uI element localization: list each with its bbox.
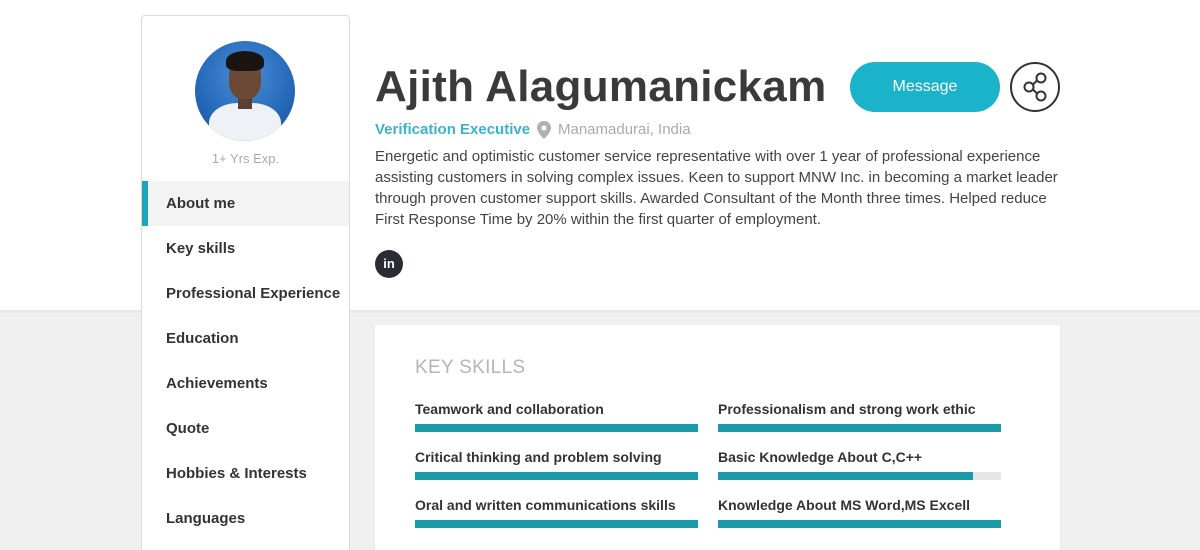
skill-item: Basic Knowledge About C,C++ [718, 448, 1001, 480]
sidebar-item-achievements[interactable]: Achievements [142, 361, 349, 406]
experience-label: 1+ Yrs Exp. [211, 151, 280, 166]
profile-sidebar: 1+ Yrs Exp. About me Key skills Professi… [141, 15, 350, 550]
profile-role: Verification Executive [375, 121, 531, 138]
skill-label: Basic Knowledge About C,C++ [718, 449, 923, 465]
sidebar-item-about-me[interactable]: About me [142, 181, 349, 226]
sidebar-item-professional-experience[interactable]: Professional Experience [142, 271, 349, 316]
skill-bar [415, 424, 698, 432]
skill-item: Professionalism and strong work ethic [718, 400, 1001, 432]
skill-label: Teamwork and collaboration [415, 401, 604, 417]
message-button[interactable]: Message [850, 62, 1000, 112]
skill-label: Professionalism and strong work ethic [718, 401, 976, 417]
key-skills-title: KEY SKILLS [415, 357, 526, 378]
location-pin-icon [537, 121, 551, 139]
skill-label: Oral and written communications skills [415, 497, 676, 513]
sidebar-item-quote[interactable]: Quote [142, 406, 349, 451]
skill-bar [718, 424, 1001, 432]
sidebar-item-education[interactable]: Education [142, 316, 349, 361]
sidebar-nav: About me Key skills Professional Experie… [142, 181, 349, 541]
share-button[interactable] [1010, 62, 1060, 112]
skill-bar [718, 472, 1001, 480]
skill-label: Knowledge About MS Word,MS Excell [718, 497, 971, 513]
profile-name: Ajith Alagumanickam [375, 62, 827, 111]
linkedin-icon[interactable]: in [375, 250, 403, 278]
skill-item: Knowledge About MS Word,MS Excell [718, 496, 1001, 528]
sidebar-item-key-skills[interactable]: Key skills [142, 226, 349, 271]
skill-bar [718, 520, 1001, 528]
skill-item: Critical thinking and problem solving [415, 448, 698, 480]
skill-label: Critical thinking and problem solving [415, 449, 662, 465]
skill-bar [415, 520, 698, 528]
share-icon [1023, 72, 1047, 102]
skill-item: Oral and written communications skills [415, 496, 698, 528]
key-skills-card: KEY SKILLS Teamwork and collaboration Pr… [375, 325, 1060, 550]
skill-item: Teamwork and collaboration [415, 400, 698, 432]
sidebar-item-languages[interactable]: Languages [142, 496, 349, 541]
skill-bar [415, 472, 698, 480]
avatar [195, 41, 295, 141]
sidebar-item-hobbies-interests[interactable]: Hobbies & Interests [142, 451, 349, 496]
profile-summary: Energetic and optimistic customer servic… [375, 148, 1058, 228]
profile-location: Manamadurai, India [558, 121, 691, 138]
